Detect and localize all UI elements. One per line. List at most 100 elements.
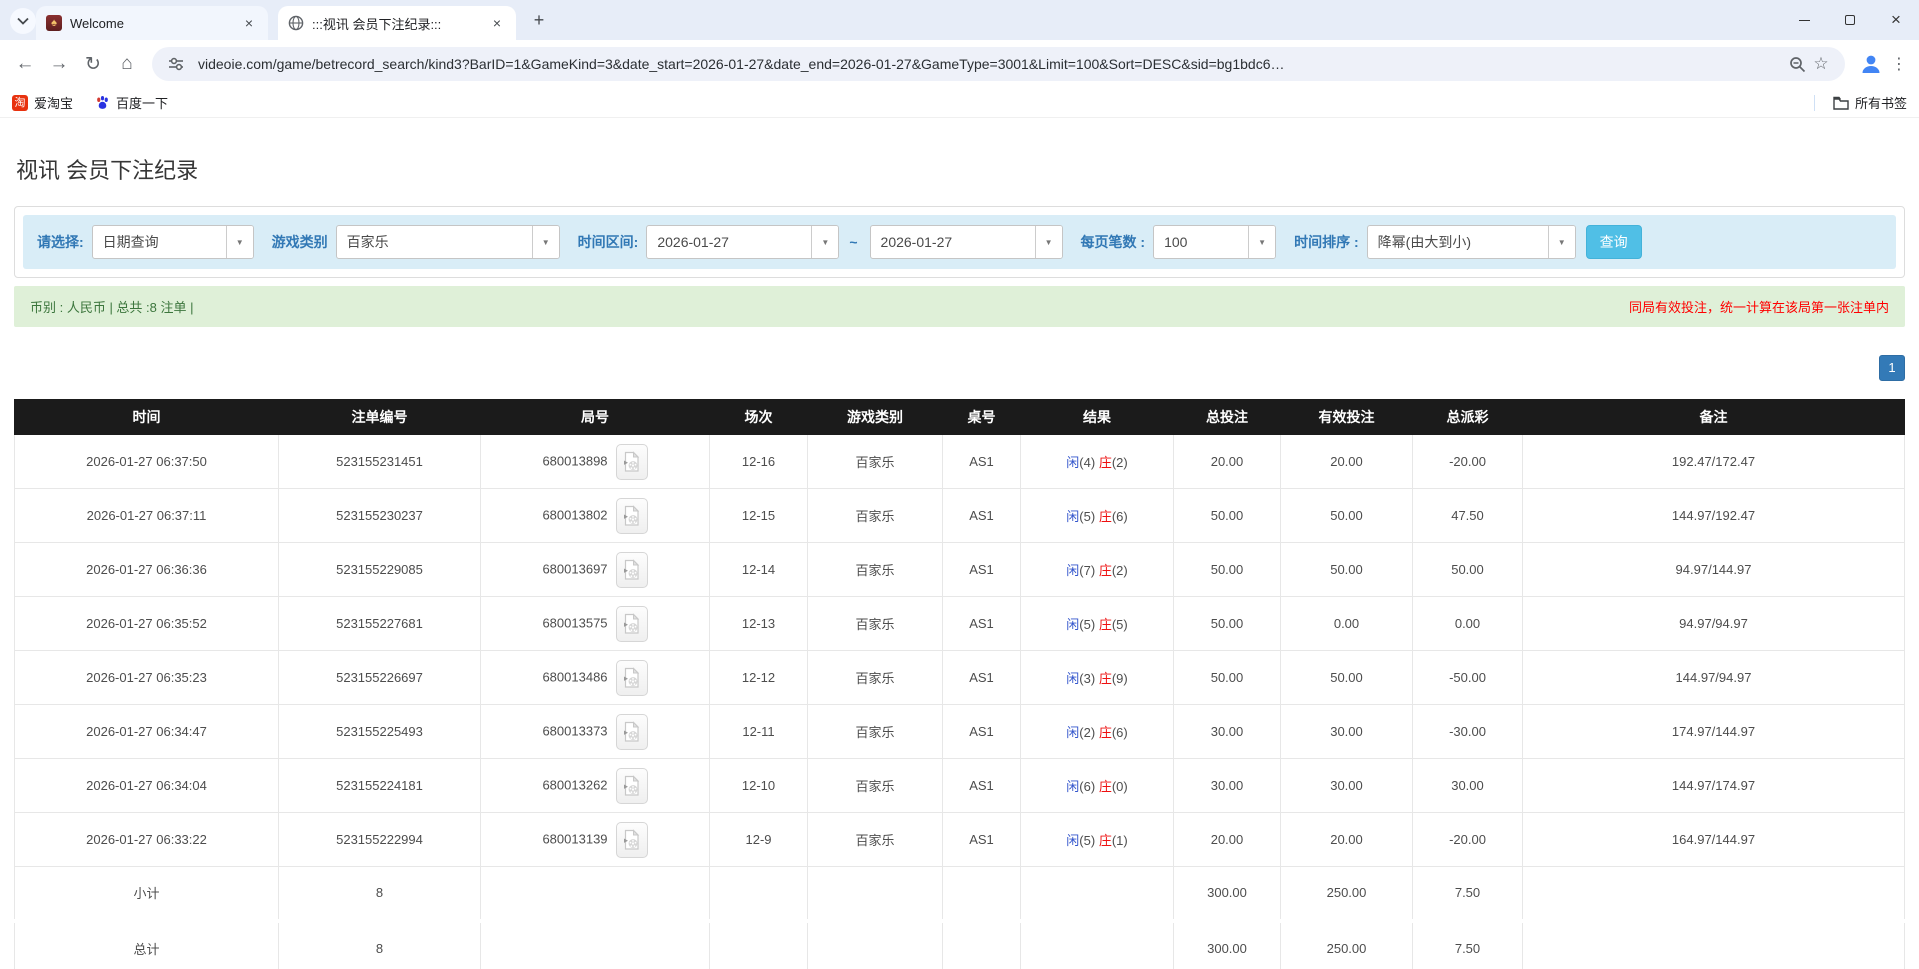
result-player: 闲(6): [1066, 779, 1095, 794]
total-label: 总计: [15, 921, 279, 969]
video-replay-button[interactable]: [616, 714, 648, 750]
video-replay-button[interactable]: [616, 444, 648, 480]
cell-game-kind: 百家乐: [808, 543, 943, 597]
cell-bet-no: 523155227681: [279, 597, 481, 651]
header-table-no: 桌号: [943, 400, 1021, 435]
bookmarks-separator: [1814, 95, 1815, 111]
filter-bar: 请选择: 日期查询 ▼ 游戏类别 百家乐 ▼ 时间区间: 2026-01-27 …: [23, 215, 1896, 269]
window-close-button[interactable]: ×: [1873, 0, 1919, 40]
address-bar[interactable]: videoie.com/game/betrecord_search/kind3?…: [152, 47, 1845, 81]
dropdown-arrow-icon[interactable]: ▼: [1248, 226, 1275, 258]
tab-close-icon[interactable]: ×: [240, 14, 258, 32]
site-settings-icon[interactable]: [164, 52, 188, 76]
cell-valid-bet: 50.00: [1281, 651, 1413, 705]
tab-close-icon[interactable]: ×: [488, 14, 506, 32]
table-row: 2026-01-27 06:33:22 523155222994 6800131…: [15, 813, 1905, 867]
header-session: 场次: [710, 400, 808, 435]
page-1-button[interactable]: 1: [1879, 355, 1905, 381]
game-kind-value: 百家乐: [337, 226, 532, 258]
zoom-page-icon[interactable]: [1785, 52, 1809, 76]
date-start-select[interactable]: 2026-01-27 ▼: [646, 225, 839, 259]
cell-total-bet: 50.00: [1174, 489, 1281, 543]
query-mode-select[interactable]: 日期查询 ▼: [92, 225, 254, 259]
back-button[interactable]: ←: [8, 47, 42, 81]
page-title: 视讯 会员下注纪录: [16, 158, 1919, 184]
game-kind-label: 游戏类别: [272, 232, 328, 252]
url-text[interactable]: videoie.com/game/betrecord_search/kind3?…: [198, 56, 1785, 72]
cell-time: 2026-01-27 06:33:22: [15, 813, 279, 867]
cell-result: 闲(4) 庄(2): [1021, 435, 1174, 489]
window-maximize-button[interactable]: [1827, 0, 1873, 40]
video-file-icon: [622, 451, 641, 473]
valid-bet-note: 同局有效投注，统一计算在该局第一张注单内: [1629, 297, 1889, 316]
cell-bet-no: 523155225493: [279, 705, 481, 759]
all-bookmarks-label: 所有书签: [1855, 93, 1907, 112]
video-replay-button[interactable]: [616, 660, 648, 696]
profile-avatar[interactable]: [1855, 48, 1887, 80]
browser-toolbar: ← → ↻ ⌂ videoie.com/game/betrecord_searc…: [0, 40, 1919, 88]
all-bookmarks-button[interactable]: 所有书签: [1833, 93, 1907, 112]
bookmark-aitaobao[interactable]: 淘 爱淘宝: [12, 93, 73, 112]
round-no-text: 680013575: [542, 615, 607, 630]
game-kind-select[interactable]: 百家乐 ▼: [336, 225, 560, 259]
sort-select[interactable]: 降幂(由大到小) ▼: [1367, 225, 1576, 259]
dropdown-arrow-icon[interactable]: ▼: [811, 226, 838, 258]
cell-session: 12-16: [710, 435, 808, 489]
window-minimize-button[interactable]: [1781, 0, 1827, 40]
per-page-select[interactable]: 100 ▼: [1153, 225, 1276, 259]
cell-session: 12-10: [710, 759, 808, 813]
browser-menu-button[interactable]: ⋮: [1887, 54, 1911, 74]
cell-round-no: 680013486: [481, 651, 710, 705]
cell-bet-no: 523155229085: [279, 543, 481, 597]
dropdown-arrow-icon[interactable]: ▼: [1548, 226, 1575, 258]
result-banker: 庄(0): [1099, 779, 1128, 794]
forward-button[interactable]: →: [42, 47, 76, 81]
result-player: 闲(2): [1066, 725, 1095, 740]
query-mode-value: 日期查询: [93, 226, 226, 258]
header-result: 结果: [1021, 400, 1174, 435]
video-replay-button[interactable]: [616, 552, 648, 588]
cell-table-no: AS1: [943, 759, 1021, 813]
home-button[interactable]: ⌂: [110, 47, 144, 81]
cell-table-no: AS1: [943, 489, 1021, 543]
new-tab-button[interactable]: +: [528, 10, 550, 32]
subtotal-payout: 7.50: [1413, 867, 1523, 921]
date-range-tilde: ~: [849, 234, 857, 250]
round-no-text: 680013697: [542, 561, 607, 576]
cell-result: 闲(5) 庄(6): [1021, 489, 1174, 543]
total-total-bet: 300.00: [1174, 921, 1281, 969]
header-note: 备注: [1523, 400, 1905, 435]
table-row: 2026-01-27 06:36:36 523155229085 6800136…: [15, 543, 1905, 597]
search-button[interactable]: 查询: [1586, 225, 1642, 259]
chevron-down-icon: [17, 17, 29, 25]
table-row: 2026-01-27 06:37:11 523155230237 6800138…: [15, 489, 1905, 543]
date-end-select[interactable]: 2026-01-27 ▼: [870, 225, 1063, 259]
video-replay-button[interactable]: [616, 822, 648, 858]
cell-result: 闲(2) 庄(6): [1021, 705, 1174, 759]
bookmark-star-icon[interactable]: ☆: [1809, 52, 1833, 76]
cell-payout: -20.00: [1413, 813, 1523, 867]
video-file-icon: [622, 559, 641, 581]
dropdown-arrow-icon[interactable]: ▼: [1035, 226, 1062, 258]
tab-betrecord[interactable]: :::视讯 会员下注纪录::: ×: [278, 6, 516, 40]
cell-note: 94.97/144.97: [1523, 543, 1905, 597]
cell-result: 闲(3) 庄(9): [1021, 651, 1174, 705]
reload-button[interactable]: ↻: [76, 47, 110, 81]
baidu-paw-icon: [95, 95, 110, 110]
tab-welcome[interactable]: ♠ Welcome ×: [36, 6, 268, 40]
dropdown-arrow-icon[interactable]: ▼: [532, 226, 559, 258]
video-replay-button[interactable]: [616, 768, 648, 804]
video-replay-button[interactable]: [616, 606, 648, 642]
cell-time: 2026-01-27 06:35:52: [15, 597, 279, 651]
select-mode-label: 请选择:: [37, 232, 84, 252]
bookmark-baidu[interactable]: 百度一下: [95, 93, 168, 112]
subtotal-label: 小计: [15, 867, 279, 921]
cell-bet-no: 523155224181: [279, 759, 481, 813]
table-row: 2026-01-27 06:34:47 523155225493 6800133…: [15, 705, 1905, 759]
result-banker: 庄(2): [1099, 563, 1128, 578]
result-banker: 庄(6): [1099, 509, 1128, 524]
tab-search-button[interactable]: [10, 8, 36, 34]
pagination: 1: [14, 355, 1905, 381]
video-replay-button[interactable]: [616, 498, 648, 534]
dropdown-arrow-icon[interactable]: ▼: [226, 226, 253, 258]
